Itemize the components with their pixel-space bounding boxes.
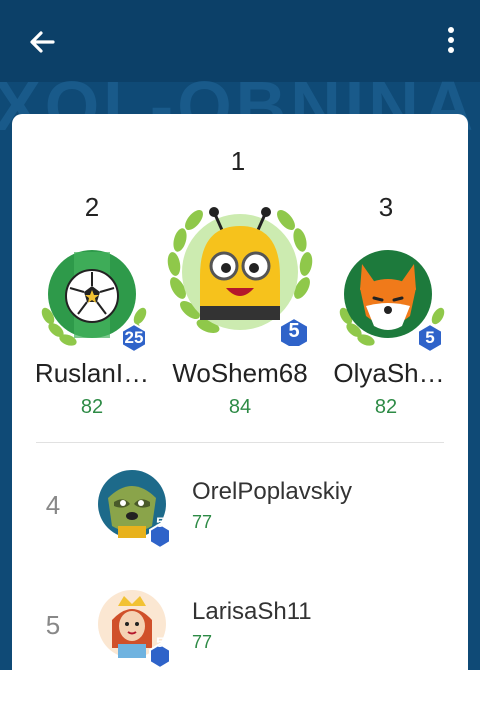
podium-name: OlyaSh…: [333, 358, 445, 388]
list-name: LarisaSh11: [192, 598, 312, 625]
list-item[interactable]: 5 5 LarisaSh11 77: [12, 574, 468, 674]
podium-score: 82: [80, 396, 104, 418]
list-score: 77: [192, 512, 213, 532]
list-rank: 4: [45, 490, 61, 520]
list-score: 77: [192, 632, 213, 652]
podium-rank: 3: [378, 192, 394, 222]
level-badge: 5: [156, 634, 164, 650]
level-badge: 5: [425, 328, 435, 347]
podium-name: RuslanI…: [34, 358, 150, 388]
list-item[interactable]: 4 5 OrelPoplavskiy 77: [12, 454, 468, 554]
queen-icon: [98, 590, 171, 668]
leaderboard-card: 2 25 RuslanI… 82 1 5 WoShem68 84 3 5 Oly…: [12, 114, 468, 714]
divider: [36, 442, 444, 443]
podium-score: 82: [374, 396, 398, 418]
level-badge: 5: [156, 514, 164, 530]
list-rank: 5: [45, 610, 61, 640]
podium-avatar[interactable]: 5: [160, 196, 320, 352]
podium-name: WoShem68: [172, 358, 308, 388]
podium-avatar[interactable]: 5: [332, 244, 452, 354]
sloth-icon: [98, 470, 171, 548]
podium-avatar[interactable]: 25: [34, 244, 154, 354]
more-vertical-icon[interactable]: [446, 26, 456, 56]
arrow-left-icon[interactable]: [26, 26, 58, 58]
list-name: OrelPoplavskiy: [192, 478, 353, 505]
podium-rank: 2: [84, 192, 100, 222]
podium-score: 84: [228, 396, 252, 418]
level-badge: 25: [124, 328, 144, 347]
podium-rank: 1: [230, 146, 246, 176]
level-badge: 5: [288, 320, 300, 342]
